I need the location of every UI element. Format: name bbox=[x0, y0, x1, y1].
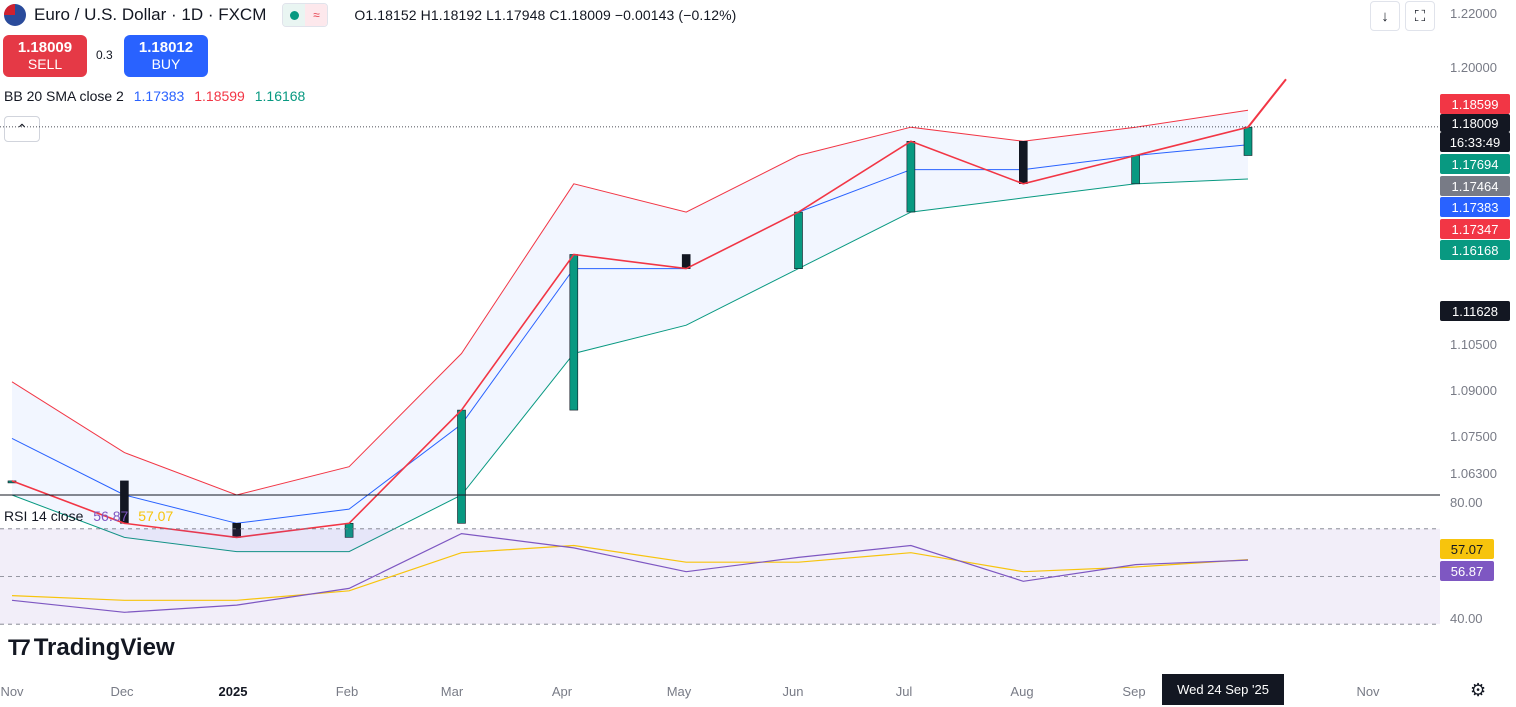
price-label-2: 1.17464 bbox=[1440, 176, 1510, 196]
rsi-ma-value: 57.07 bbox=[138, 508, 174, 524]
rsi-ma-label: 57.07 bbox=[1440, 539, 1494, 559]
crosshair-date-label: Wed 24 Sep '25 bbox=[1162, 674, 1284, 705]
candle-2025-07 bbox=[906, 141, 916, 213]
time-tick: 2025 bbox=[218, 684, 248, 699]
price-tick: 1.10500 bbox=[1450, 337, 1497, 352]
price-tick: 1.20000 bbox=[1450, 60, 1497, 75]
bb-lower-price-label: 1.16168 bbox=[1440, 240, 1510, 260]
rsi-pane bbox=[0, 528, 1440, 625]
time-tick: Apr bbox=[551, 684, 573, 699]
time-tick: Mar bbox=[440, 684, 464, 699]
time-tick: Aug bbox=[1010, 684, 1034, 699]
rsi-value: 56.87 bbox=[93, 508, 129, 524]
price-chart[interactable] bbox=[0, 0, 1440, 707]
candle-2025-10 bbox=[1243, 126, 1253, 156]
rsi-label: RSI 14 close bbox=[4, 508, 84, 524]
bb-band-fill bbox=[12, 110, 1248, 552]
rsi-tick: 80.00 bbox=[1450, 495, 1483, 510]
price-tick: 1.09000 bbox=[1450, 383, 1497, 398]
rsi-tick: 40.00 bbox=[1450, 611, 1483, 626]
candle-2025-03 bbox=[457, 409, 466, 524]
time-tick: Feb bbox=[335, 684, 359, 699]
rsi-value-label: 56.87 bbox=[1440, 561, 1494, 581]
price-tick: 1.07500 bbox=[1450, 429, 1497, 444]
time-tick: Sep bbox=[1122, 684, 1146, 699]
time-tick: Jun bbox=[782, 684, 804, 699]
candle-2025-09 bbox=[1131, 155, 1140, 185]
price-tick: 1.22000 bbox=[1450, 6, 1497, 21]
logo-text: TradingView bbox=[33, 634, 175, 661]
tradingview-logo-icon: T7 bbox=[8, 635, 31, 660]
candle-2025-06 bbox=[794, 211, 803, 270]
time-tick: Dec bbox=[110, 684, 134, 699]
projection-arrow bbox=[1247, 78, 1287, 128]
crosshair-price-label: 1.11628 bbox=[1440, 301, 1510, 321]
last-price-label: 1.18009 bbox=[1440, 114, 1510, 132]
time-tick: Jul bbox=[895, 684, 913, 699]
time-tick: Nov bbox=[1356, 684, 1380, 699]
time-tick: May bbox=[666, 684, 692, 699]
price-pane bbox=[0, 78, 1440, 553]
candle-2025-08 bbox=[1018, 141, 1028, 185]
gear-icon[interactable]: ⚙ bbox=[1470, 680, 1486, 701]
candle-2025-04 bbox=[569, 254, 579, 411]
bb-basis-price-label: 1.17383 bbox=[1440, 197, 1510, 217]
bb-upper-price-label: 1.18599 bbox=[1440, 94, 1510, 114]
price-label-3: 1.17347 bbox=[1440, 219, 1510, 239]
time-tick: Nov bbox=[0, 684, 24, 699]
rsi-legend[interactable]: RSI 14 close 56.87 57.07 bbox=[4, 508, 173, 524]
price-tick: 1.06300 bbox=[1450, 466, 1497, 481]
price-label-1: 1.17694 bbox=[1440, 154, 1510, 174]
tradingview-logo[interactable]: T7 TradingView bbox=[8, 634, 175, 662]
countdown-label: 16:33:49 bbox=[1440, 132, 1510, 152]
